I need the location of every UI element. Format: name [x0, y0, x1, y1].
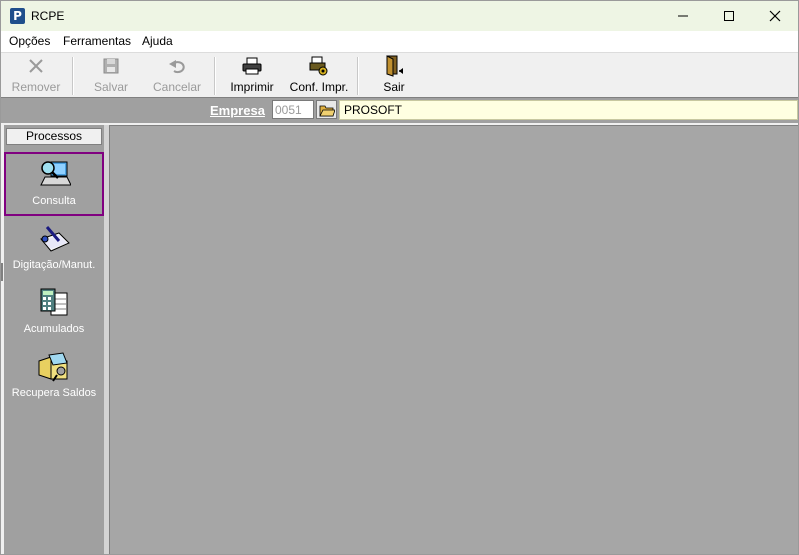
empresa-browse-button[interactable]	[316, 100, 337, 119]
close-icon	[769, 10, 781, 22]
calculator-icon	[40, 288, 68, 316]
toolbar-separator	[214, 57, 216, 95]
workspace-area	[109, 125, 798, 554]
minimize-button[interactable]	[660, 1, 706, 31]
empresa-bar: Empresa 0051 PROSOFT	[1, 97, 798, 123]
salvar-label: Salvar	[93, 80, 128, 94]
menu-ferramentas[interactable]: Ferramentas	[63, 34, 131, 48]
empresa-code-field[interactable]: 0051	[272, 100, 314, 119]
cancelar-label: Cancelar	[152, 80, 202, 94]
left-edge-grip	[1, 263, 3, 281]
sidebar-item-digitacao[interactable]: Digitação/Manut.	[4, 216, 104, 280]
conf-impr-button[interactable]: Conf. Impr.	[287, 55, 351, 97]
remover-label: Remover	[11, 80, 61, 94]
sidebar-header: Processos	[6, 128, 102, 145]
sidebar-item-recupera-saldos[interactable]: Recupera Saldos	[4, 344, 104, 408]
maximize-button[interactable]	[706, 1, 752, 31]
sair-label: Sair	[383, 80, 405, 94]
maximize-icon	[724, 11, 734, 21]
menu-opcoes[interactable]: Opções	[9, 34, 50, 48]
sidebar-item-label: Consulta	[32, 195, 76, 207]
processos-sidebar: Processos Consulta Digitação/Manut. Acum…	[4, 125, 104, 554]
app-window: P RCPE Opções Ferramentas Ajuda Remover	[0, 0, 799, 555]
recover-folder-icon	[38, 352, 68, 382]
minimize-icon	[678, 15, 688, 17]
remover-button[interactable]: Remover	[11, 55, 61, 97]
sidebar-item-acumulados[interactable]: Acumulados	[4, 280, 104, 344]
sidebar-item-label: Recupera Saldos	[11, 387, 97, 399]
salvar-button[interactable]: Salvar	[86, 55, 136, 97]
window-title: RCPE	[31, 9, 65, 23]
imprimir-button[interactable]: Imprimir	[226, 55, 278, 97]
consulta-icon	[40, 161, 71, 186]
toolbar: Remover Salvar Cancelar Imprimir Conf. I…	[1, 52, 798, 98]
printer-setup-icon	[309, 56, 328, 76]
sidebar-item-label: Acumulados	[23, 323, 85, 335]
toolbar-separator	[72, 57, 74, 95]
floppy-icon	[103, 58, 119, 74]
x-icon	[29, 59, 43, 73]
sair-button[interactable]: Sair	[374, 55, 414, 97]
menu-ajuda[interactable]: Ajuda	[142, 34, 173, 48]
imprimir-label: Imprimir	[230, 80, 274, 94]
app-logo-icon: P	[10, 8, 25, 24]
toolbar-separator	[357, 57, 359, 95]
cancelar-button[interactable]: Cancelar	[151, 55, 203, 97]
conf-impr-label: Conf. Impr.	[289, 80, 349, 94]
sidebar-item-label: Digitação/Manut.	[12, 259, 96, 271]
empresa-label: Empresa	[210, 103, 265, 118]
exit-door-icon	[386, 55, 403, 77]
title-bar: P RCPE	[1, 1, 798, 31]
close-button[interactable]	[752, 1, 798, 31]
printer-icon	[242, 57, 262, 75]
open-folder-icon	[318, 105, 335, 116]
menu-bar: Opções Ferramentas Ajuda	[1, 31, 798, 52]
sidebar-item-consulta[interactable]: Consulta	[4, 152, 104, 216]
undo-icon	[169, 60, 185, 74]
edit-document-icon	[40, 226, 70, 252]
empresa-name-field: PROSOFT	[339, 100, 798, 120]
